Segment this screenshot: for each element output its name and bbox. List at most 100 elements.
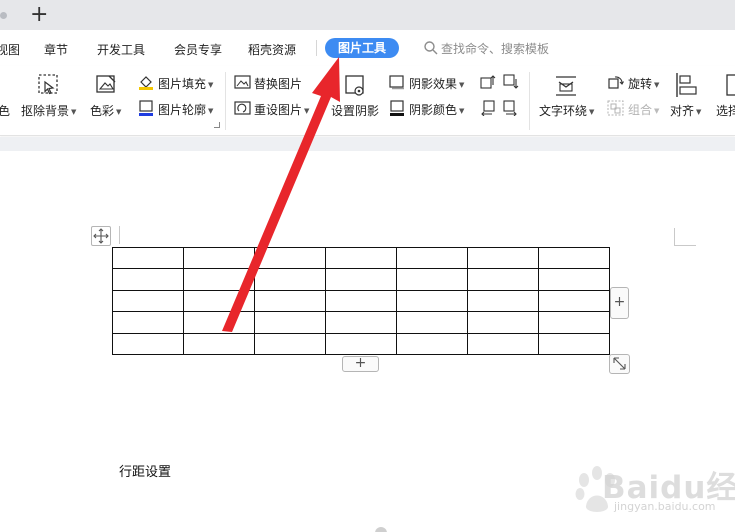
table-cell[interactable]	[254, 289, 326, 313]
table-cell[interactable]	[183, 289, 255, 313]
table-cell[interactable]	[396, 268, 468, 291]
table-cell[interactable]	[396, 246, 468, 270]
chevron-down-icon: ▼	[696, 108, 702, 116]
add-row-button[interactable]: +	[342, 356, 379, 372]
table-cell[interactable]	[254, 332, 326, 356]
color-label: 色彩	[90, 104, 115, 118]
remove-background-icon	[36, 73, 62, 100]
picture-fill-button[interactable]: 图片填充 ▼	[158, 75, 213, 92]
color-partial-button[interactable]: 色	[0, 102, 10, 119]
remove-background-button[interactable]: 抠除背景 ▼	[21, 102, 76, 119]
table-row	[112, 332, 610, 356]
rotate-label: 旋转	[628, 77, 653, 91]
table-cell[interactable]	[467, 289, 539, 313]
table-cell[interactable]	[396, 289, 468, 313]
table-cell[interactable]	[112, 311, 184, 334]
reset-picture-icon	[234, 100, 251, 119]
table-cell[interactable]	[538, 268, 610, 291]
replace-picture-icon	[234, 74, 251, 93]
table-cell[interactable]	[183, 268, 255, 291]
shadow-nudge-up-icon[interactable]	[480, 74, 496, 93]
table-cell[interactable]	[112, 332, 184, 356]
picture-outline-button[interactable]: 图片轮廓 ▼	[158, 101, 213, 118]
reset-picture-label: 重设图片	[254, 103, 303, 117]
chevron-down-icon: ▼	[208, 107, 214, 115]
scroll-indicator	[375, 527, 387, 532]
document-paragraph[interactable]: 行距设置	[119, 461, 171, 480]
shadow-effect-label: 阴影效果	[409, 77, 458, 91]
shadow-effect-button[interactable]: 阴影效果 ▼	[409, 75, 464, 92]
table-resize-handle[interactable]	[609, 354, 630, 374]
table-move-handle[interactable]	[91, 226, 111, 246]
shadow-color-button[interactable]: 阴影颜色 ▼	[409, 101, 464, 118]
table-cell[interactable]	[112, 268, 184, 291]
watermark-url: jingyan.baidu.com	[614, 500, 716, 513]
table-cell[interactable]	[325, 246, 397, 270]
table-cell[interactable]	[325, 289, 397, 313]
table-row	[112, 268, 610, 291]
tab-status-dot	[0, 12, 7, 19]
table-cell[interactable]	[467, 246, 539, 270]
tab-docer-resources[interactable]: 稻壳资源	[248, 41, 296, 58]
table-cell[interactable]	[112, 289, 184, 313]
align-button[interactable]: 对齐 ▼	[670, 102, 701, 119]
table-cell[interactable]	[183, 332, 255, 356]
shadow-nudge-left-icon[interactable]	[480, 100, 496, 119]
command-search[interactable]: 查找命令、搜索模板	[423, 40, 549, 57]
chevron-down-icon: ▼	[654, 107, 660, 115]
tab-view[interactable]: 视图	[0, 41, 20, 58]
group-label: 组合	[628, 103, 653, 117]
group-button[interactable]: 组合 ▼	[628, 101, 659, 118]
ribbon-divider	[225, 72, 226, 130]
table-cell[interactable]	[325, 268, 397, 291]
table-cell[interactable]	[538, 332, 610, 356]
table-cell[interactable]	[467, 268, 539, 291]
table-cell[interactable]	[254, 268, 326, 291]
rotate-button[interactable]: 旋转 ▼	[628, 75, 659, 92]
table-cell[interactable]	[325, 332, 397, 356]
group-expand-icon[interactable]	[214, 122, 220, 128]
align-label: 对齐	[670, 104, 695, 118]
chevron-down-icon: ▼	[116, 108, 122, 116]
chevron-down-icon: ▼	[71, 108, 77, 116]
table-cell[interactable]	[254, 311, 326, 334]
tab-member[interactable]: 会员专享	[174, 41, 222, 58]
tab-picture-tools[interactable]: 图片工具	[325, 38, 400, 58]
color-adjust-icon	[94, 73, 118, 100]
shadow-nudge-right-icon[interactable]	[503, 100, 519, 119]
selection-pane-button[interactable]: 选择	[716, 102, 735, 119]
shadow-settings-icon	[344, 74, 368, 101]
document-table[interactable]	[112, 246, 610, 356]
table-row	[112, 289, 610, 313]
table-cell[interactable]	[183, 311, 255, 334]
color-button[interactable]: 色彩 ▼	[90, 102, 121, 119]
text-wrap-button[interactable]: 文字环绕 ▼	[539, 102, 594, 119]
set-shadow-button[interactable]: 设置阴影	[331, 102, 379, 119]
text-wrap-label: 文字环绕	[539, 104, 588, 118]
table-cell[interactable]	[396, 332, 468, 356]
table-cell[interactable]	[467, 311, 539, 334]
replace-picture-button[interactable]: 替换图片	[254, 75, 302, 92]
table-cell[interactable]	[538, 246, 610, 270]
table-cell[interactable]	[254, 246, 326, 270]
shadow-effect-icon	[389, 74, 405, 93]
table-cell[interactable]	[183, 246, 255, 270]
new-tab-button[interactable]: +	[30, 2, 48, 28]
chevron-down-icon: ▼	[654, 81, 660, 89]
table-cell[interactable]	[396, 311, 468, 334]
chevron-down-icon: ▼	[208, 81, 214, 89]
picture-outline-label: 图片轮廓	[158, 103, 207, 117]
reset-picture-button[interactable]: 重设图片 ▼	[254, 101, 309, 118]
search-placeholder: 查找命令、搜索模板	[441, 42, 550, 56]
table-cell[interactable]	[112, 246, 184, 270]
table-cell[interactable]	[538, 289, 610, 313]
table-cell[interactable]	[325, 311, 397, 334]
move-icon	[93, 228, 109, 244]
add-column-button[interactable]: +	[610, 287, 629, 319]
tab-chapter[interactable]: 章节	[44, 41, 68, 58]
chevron-down-icon: ▼	[459, 81, 465, 89]
shadow-nudge-down-icon[interactable]	[503, 74, 519, 93]
table-cell[interactable]	[467, 332, 539, 356]
tab-developer-tools[interactable]: 开发工具	[97, 41, 145, 58]
table-cell[interactable]	[538, 311, 610, 334]
